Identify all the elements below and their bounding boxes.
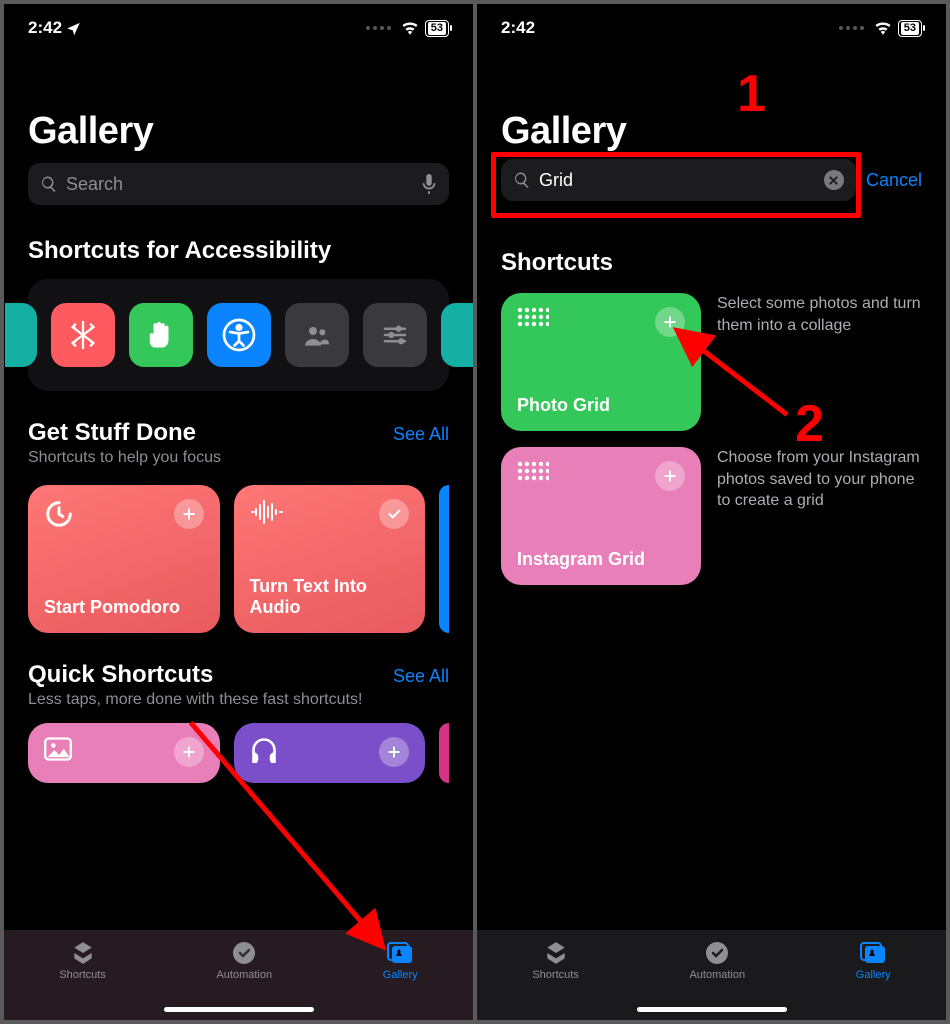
add-icon[interactable]	[174, 737, 204, 767]
section-title-quick: Quick Shortcuts	[28, 661, 362, 689]
shortcuts-tab-icon	[70, 941, 96, 965]
tab-gallery[interactable]: Gallery	[856, 940, 891, 981]
shortcut-card-photo-grid[interactable]: Photo Grid	[501, 293, 701, 431]
result-description: Select some photos and turn them into a …	[717, 293, 922, 336]
card-sliver	[439, 723, 449, 783]
tab-bar: Shortcuts Automation Gallery	[4, 930, 473, 1020]
tab-label: Gallery	[383, 969, 418, 981]
sliders-icon	[363, 303, 427, 367]
section-title-accessibility: Shortcuts for Accessibility	[28, 237, 331, 265]
card-label: Turn Text Into Audio	[250, 576, 410, 619]
annotation-number-1: 1	[737, 64, 766, 124]
annotation-number-2: 2	[795, 394, 824, 454]
grid-icon	[517, 307, 549, 327]
location-icon	[66, 21, 81, 36]
result-description: Choose from your Instagram photos saved …	[717, 447, 922, 512]
status-bar: 2:42 53	[477, 4, 946, 52]
accessibility-icon	[207, 303, 271, 367]
waveform-icon	[250, 499, 284, 525]
home-indicator[interactable]	[164, 1007, 314, 1012]
search-input[interactable]: Search	[28, 163, 449, 205]
tab-label: Shortcuts	[532, 969, 578, 981]
status-bar: 2:42 53	[4, 4, 473, 52]
cellular-dots-icon	[839, 26, 864, 30]
card-label: Instagram Grid	[517, 549, 685, 571]
see-all-link[interactable]: See All	[393, 666, 449, 687]
snowflake-icon	[51, 303, 115, 367]
check-icon	[379, 499, 409, 529]
shortcut-card-audio[interactable]: Turn Text Into Audio	[234, 485, 426, 633]
app-icon	[441, 303, 473, 367]
card-sliver	[439, 485, 449, 633]
card-label: Start Pomodoro	[44, 597, 204, 619]
automation-tab-icon	[705, 941, 729, 965]
tab-shortcuts[interactable]: Shortcuts	[532, 940, 578, 981]
shortcut-card-pomodoro[interactable]: Start Pomodoro	[28, 485, 220, 633]
tab-bar: Shortcuts Automation Gallery	[477, 930, 946, 1020]
battery-icon: 53	[898, 20, 922, 37]
headphones-icon	[250, 737, 278, 763]
cancel-button[interactable]: Cancel	[866, 170, 922, 191]
card-label: Photo Grid	[517, 395, 685, 417]
screenshot-right: 2:42 53 Gallery Grid Cancel Shortcuts	[477, 4, 946, 1020]
automation-tab-icon	[232, 941, 256, 965]
section-subtitle-getstuff: Shortcuts to help you focus	[28, 449, 221, 467]
add-icon[interactable]	[379, 737, 409, 767]
see-all-link[interactable]: See All	[393, 424, 449, 445]
app-icon	[5, 303, 37, 367]
mic-icon[interactable]	[421, 174, 437, 194]
section-subtitle-quick: Less taps, more done with these fast sho…	[28, 691, 362, 709]
tab-automation[interactable]: Automation	[689, 940, 745, 981]
tab-label: Shortcuts	[59, 969, 105, 981]
screenshot-left: 2:42 53 Gallery Search Shortcuts for Acc…	[4, 4, 473, 1020]
tab-label: Gallery	[856, 969, 891, 981]
battery-icon: 53	[425, 20, 449, 37]
status-time: 2:42	[28, 18, 62, 38]
shortcut-card-pink[interactable]	[28, 723, 220, 783]
page-title: Gallery	[28, 110, 449, 153]
add-icon[interactable]	[655, 307, 685, 337]
add-icon[interactable]	[655, 461, 685, 491]
search-icon	[40, 175, 58, 193]
tab-label: Automation	[689, 969, 745, 981]
shortcuts-tab-icon	[543, 941, 569, 965]
gallery-tab-icon	[387, 942, 413, 964]
content-left: Gallery Search Shortcuts for Accessibili…	[4, 52, 473, 930]
gallery-tab-icon	[860, 942, 886, 964]
tab-label: Automation	[216, 969, 272, 981]
tab-automation[interactable]: Automation	[216, 940, 272, 981]
cellular-dots-icon	[366, 26, 391, 30]
status-time: 2:42	[501, 18, 535, 38]
add-icon[interactable]	[174, 499, 204, 529]
accessibility-card[interactable]	[28, 279, 449, 391]
tab-shortcuts[interactable]: Shortcuts	[59, 940, 105, 981]
section-title-results: Shortcuts	[501, 249, 922, 277]
section-title-getstuff: Get Stuff Done	[28, 419, 221, 447]
page-title: Gallery	[501, 110, 922, 153]
hand-icon	[129, 303, 193, 367]
tab-gallery[interactable]: Gallery	[383, 940, 418, 981]
shortcut-card-purple[interactable]	[234, 723, 426, 783]
search-placeholder: Search	[66, 174, 123, 195]
wifi-icon	[874, 21, 892, 35]
home-indicator[interactable]	[637, 1007, 787, 1012]
annotation-box-1	[491, 152, 861, 218]
timer-icon	[44, 499, 74, 529]
people-icon	[285, 303, 349, 367]
wifi-icon	[401, 21, 419, 35]
image-icon	[44, 737, 72, 761]
shortcut-card-instagram-grid[interactable]: Instagram Grid	[501, 447, 701, 585]
grid-icon	[517, 461, 549, 481]
